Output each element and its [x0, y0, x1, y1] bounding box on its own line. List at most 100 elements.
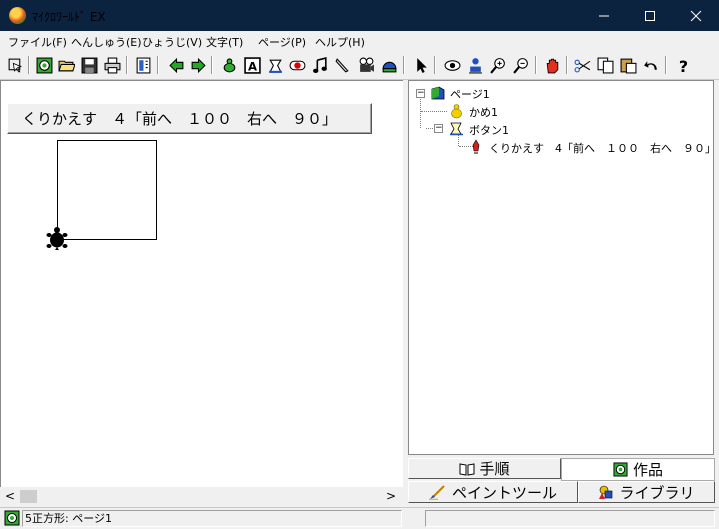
cut-button[interactable] — [572, 55, 592, 75]
copy-icon — [597, 57, 613, 73]
scroll-right-arrow[interactable]: > — [386, 489, 396, 503]
tree-line — [426, 128, 433, 129]
button-tool-button[interactable] — [287, 55, 307, 75]
menu-view[interactable]: ひょうじ(V) — [142, 34, 202, 50]
layout-icon — [136, 57, 150, 73]
turtle-tool-button[interactable] — [219, 55, 239, 75]
tab-paint-tool[interactable]: ペイントツール — [408, 481, 578, 503]
toolbar-separator — [126, 56, 128, 74]
menu-edit[interactable]: へんしゅう(E) — [71, 34, 142, 50]
toolbar-separator — [28, 56, 30, 74]
help-button[interactable]: ? — [673, 55, 693, 75]
repeat-command-button[interactable]: くりかえす ４「前へ １００ 右へ ９０」 — [7, 103, 372, 134]
paste-button[interactable] — [618, 55, 638, 75]
copy-button[interactable] — [595, 55, 615, 75]
projector-tool-button[interactable] — [356, 55, 376, 75]
folder-icon — [57, 60, 75, 71]
toolbar-separator — [157, 56, 159, 74]
toolbar-separator — [211, 56, 213, 74]
close-button[interactable] — [673, 0, 719, 31]
page-icon — [431, 86, 445, 100]
globe-icon — [36, 57, 52, 73]
zoom-out-button[interactable] — [511, 55, 531, 75]
save-button[interactable] — [79, 55, 99, 75]
scrollbar-thumb[interactable] — [20, 490, 37, 503]
tab-procedure[interactable]: 手順 — [408, 458, 561, 479]
horizontal-scrollbar[interactable]: < > — [0, 488, 403, 505]
tree-item-button[interactable]: ボタン1 — [469, 122, 509, 138]
tree-item-command[interactable]: くりかえす 4「前へ １００ 右へ ９０」 — [489, 140, 716, 156]
pill-button-icon — [289, 60, 305, 70]
view-button[interactable] — [442, 55, 462, 75]
pointer-small-icon — [8, 58, 22, 72]
menu-file[interactable]: ファイル(F) — [8, 34, 67, 50]
object-tree[interactable]: − ページ1 かめ1 − ボタン1 くりかえす 4「前へ １００ 右へ ９０」 — [408, 80, 716, 455]
person-stamp-icon — [468, 57, 482, 73]
arrow-left-icon — [168, 57, 183, 73]
menu-text[interactable]: 文字(T) — [206, 34, 243, 50]
menu-help[interactable]: ヘルプ(H) — [315, 34, 365, 50]
pen-icon — [334, 57, 349, 73]
tab-paint-tool-label: ペイントツール — [451, 483, 557, 502]
command-node-icon — [472, 139, 480, 154]
tab-library[interactable]: ライブラリ — [578, 481, 715, 503]
scroll-left-arrow[interactable]: < — [5, 489, 15, 503]
cursor-arrow-icon — [416, 57, 427, 73]
open-button[interactable] — [56, 55, 76, 75]
layout-button[interactable] — [133, 55, 153, 75]
shapes-icon — [599, 485, 613, 499]
prev-page-button[interactable] — [166, 55, 186, 75]
pointer-tool-button[interactable] — [5, 55, 25, 75]
turtle-sprite[interactable] — [46, 226, 68, 250]
zoom-in-icon — [489, 57, 505, 74]
status-right-pane — [425, 510, 715, 527]
stamp-icon — [268, 59, 282, 73]
music-tool-button[interactable] — [310, 55, 330, 75]
stop-hand-icon — [546, 58, 558, 73]
arrow-right-icon — [191, 57, 206, 73]
stamp-person-button[interactable] — [465, 55, 485, 75]
window-title: ﾏｲｸﾛﾜｰﾙﾄﾞ EX — [32, 10, 106, 24]
pen-tool-button[interactable] — [332, 55, 352, 75]
tab-works[interactable]: 作品 — [561, 458, 715, 481]
maximize-button[interactable] — [627, 0, 673, 31]
library-tool-button[interactable] — [379, 55, 399, 75]
new-button[interactable] — [34, 55, 54, 75]
stamp-tool-button[interactable] — [265, 55, 285, 75]
music-note-icon — [312, 56, 327, 73]
drawn-square — [57, 140, 157, 240]
tab-procedure-label: 手順 — [479, 460, 510, 478]
svg-text:?: ? — [678, 57, 687, 74]
eye-icon — [444, 59, 460, 71]
undo-button[interactable] — [641, 55, 661, 75]
collapse-page-toggle[interactable]: − — [416, 89, 425, 98]
text-tool-button[interactable]: A — [242, 55, 262, 75]
book-icon — [459, 462, 475, 476]
zoom-in-button[interactable] — [488, 55, 508, 75]
tab-works-label: 作品 — [632, 461, 663, 479]
tree-line — [420, 96, 421, 128]
undo-icon — [643, 60, 657, 70]
select-tool-button[interactable] — [411, 55, 431, 75]
tree-item-turtle[interactable]: かめ1 — [469, 104, 498, 120]
tree-item-page[interactable]: ページ1 — [450, 86, 490, 102]
menu-page[interactable]: ページ(P) — [258, 34, 306, 50]
toolbar-separator — [535, 56, 537, 74]
toolbar-separator — [566, 56, 568, 74]
scissors-icon — [574, 59, 590, 72]
stop-button[interactable] — [542, 55, 562, 75]
minimize-button[interactable] — [581, 0, 627, 31]
floppy-icon — [81, 57, 97, 73]
status-globe-icon — [4, 510, 20, 526]
print-button[interactable] — [102, 55, 122, 75]
toolbar-separator — [434, 56, 436, 74]
turtle-node-icon — [451, 104, 462, 119]
tree-line — [421, 111, 447, 112]
globe-icon — [613, 462, 628, 477]
toolbar-separator — [403, 56, 405, 74]
collapse-button-toggle[interactable]: − — [434, 124, 443, 133]
zoom-out-icon — [512, 57, 528, 74]
next-page-button[interactable] — [188, 55, 208, 75]
question-icon: ? — [678, 57, 687, 74]
button-node-icon — [450, 122, 463, 136]
